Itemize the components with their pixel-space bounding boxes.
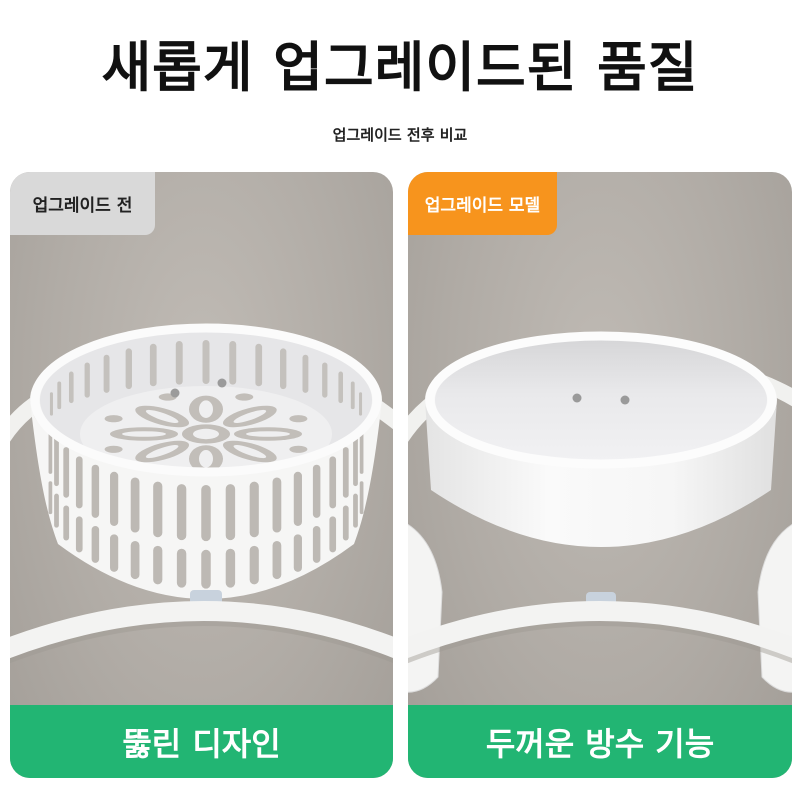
petal-core [199, 450, 213, 468]
comparison-panel-before: 업그레이드 전 뚫린 디자인 [10, 172, 393, 778]
front-slot [353, 493, 358, 528]
back-slot [103, 354, 110, 393]
front-slot [312, 464, 321, 518]
front-slot [225, 548, 236, 588]
front-slot [153, 545, 163, 585]
center-core [193, 428, 219, 440]
comparison-panel-after: 업그레이드 모델 두꺼운 방수 기능 [408, 172, 792, 778]
support-ring [10, 601, 393, 659]
front-slot [63, 447, 70, 498]
front-slot [353, 436, 358, 487]
front-slot [75, 516, 83, 553]
front-slot [359, 481, 364, 515]
filigree-petal [110, 427, 178, 441]
support-ring [408, 601, 792, 659]
front-slot [201, 485, 211, 542]
caption-thick-waterproof: 두꺼운 방수 기능 [408, 705, 792, 778]
front-slot [272, 477, 282, 533]
back-slot [255, 343, 263, 387]
front-slot [249, 545, 259, 585]
front-slot [54, 436, 59, 487]
petal-core [122, 431, 166, 437]
front-slot [75, 456, 83, 509]
back-slot [57, 381, 62, 410]
filigree-petal [234, 427, 302, 441]
back-slot [125, 348, 132, 390]
solid-tray-illustration [408, 331, 792, 693]
back-slot [68, 371, 74, 404]
front-slot [342, 505, 349, 541]
front-slot [63, 505, 70, 541]
tray-inner-floor [435, 340, 767, 460]
screw-icon [217, 378, 227, 388]
page-title: 새롭게 업그레이드된 품질 [101, 36, 699, 99]
back-slot [229, 340, 237, 385]
back-slot [350, 381, 355, 410]
front-slot [225, 484, 236, 541]
page-subtitle: 업그레이드 전후 비교 [332, 126, 468, 144]
front-slot [110, 534, 119, 572]
back-slot [302, 354, 309, 393]
back-slot [49, 392, 53, 416]
front-slot [329, 516, 337, 553]
side-tray-right [757, 523, 792, 693]
front-slot [293, 471, 302, 526]
front-slot [176, 548, 187, 588]
screw-icon [170, 388, 180, 398]
front-slot [272, 540, 282, 580]
side-tray-left [408, 523, 443, 693]
front-slot [329, 456, 337, 509]
screw-icon [572, 393, 582, 403]
back-slot [280, 348, 287, 390]
back-slot [202, 340, 210, 384]
front-slot [130, 540, 140, 580]
caption-perforated-design: 뚫린 디자인 [10, 705, 393, 778]
perforated-basket [30, 323, 382, 599]
tag-upgraded-model: 업그레이드 모델 [408, 172, 557, 235]
front-slot [153, 481, 163, 538]
tag-before-upgrade: 업그레이드 전 [10, 172, 155, 235]
perforated-basket-illustration [10, 323, 393, 664]
back-slot [359, 392, 363, 416]
front-slot [91, 526, 100, 563]
front-slot [201, 549, 211, 589]
front-slot [249, 481, 259, 538]
front-slot [293, 534, 302, 572]
front-slot [91, 464, 100, 518]
front-slot [342, 447, 349, 498]
back-slot [149, 343, 157, 387]
solid-tray [425, 331, 777, 547]
back-slot [338, 371, 344, 404]
front-slot [54, 493, 59, 528]
front-slot [312, 526, 321, 563]
screw-icon [620, 395, 630, 405]
front-slot [130, 477, 140, 533]
front-slot [176, 484, 187, 541]
front-slot [110, 471, 119, 526]
petal-core [199, 400, 213, 418]
back-slot [175, 340, 183, 385]
back-slot [84, 362, 90, 398]
back-slot [322, 362, 328, 398]
petal-core [246, 431, 290, 437]
front-slot [48, 481, 53, 515]
filigree-petal [189, 395, 223, 423]
